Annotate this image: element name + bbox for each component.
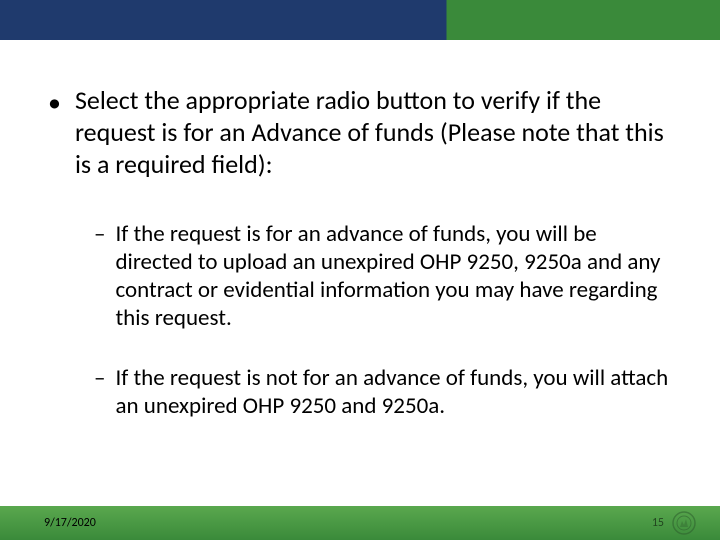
title-bar [0, 0, 720, 40]
main-bullet-item: • Select the appropriate radio button to… [48, 84, 672, 180]
sub-bullet-item: – If the request is for an advance of fu… [94, 220, 672, 332]
sub-bullet-item: – If the request is not for an advance o… [94, 364, 672, 420]
slide: • Select the appropriate radio button to… [0, 0, 720, 540]
footer-right: 15 [652, 511, 696, 535]
bullet-dash-icon: – [94, 364, 105, 392]
footer-page-number: 15 [652, 516, 664, 530]
sub-bullet-text: If the request is for an advance of fund… [115, 220, 672, 332]
seal-icon [672, 511, 696, 535]
main-bullet-text: Select the appropriate radio button to v… [75, 84, 672, 180]
footer-date: 9/17/2020 [44, 516, 96, 530]
bullet-dot-icon: • [48, 86, 61, 118]
sub-bullet-text: If the request is not for an advance of … [115, 364, 672, 420]
sub-bullet-list: – If the request is for an advance of fu… [94, 220, 672, 420]
bullet-dash-icon: – [94, 220, 105, 248]
footer-bar: 9/17/2020 15 [0, 506, 720, 540]
slide-content: • Select the appropriate radio button to… [48, 84, 672, 452]
